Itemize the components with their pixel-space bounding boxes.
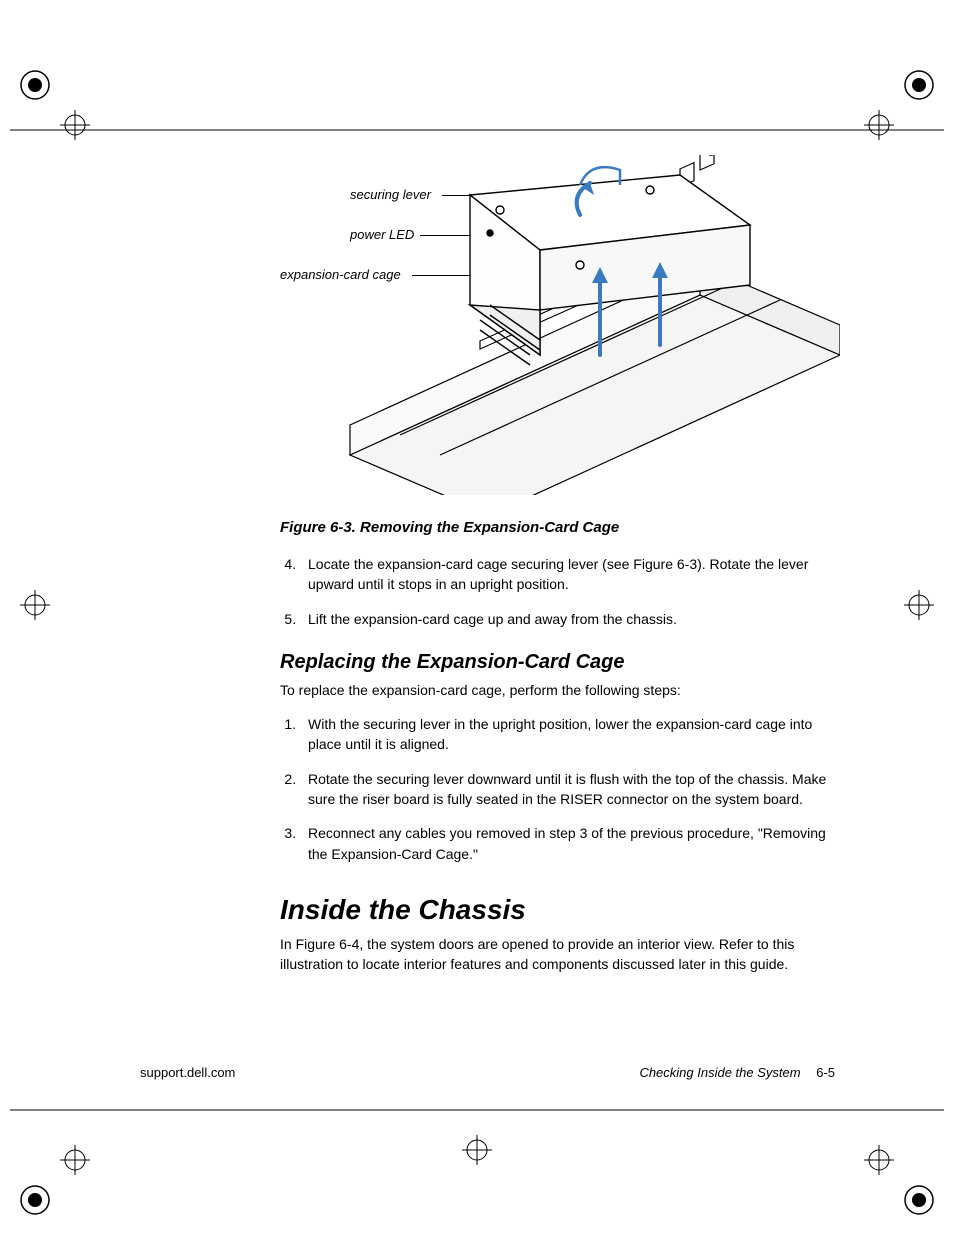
- heading-inside-chassis: Inside the Chassis: [280, 894, 835, 926]
- inside-chassis-body: In Figure 6-4, the system doors are open…: [280, 934, 835, 975]
- crop-mark-top: [0, 60, 954, 140]
- list-item: With the securing lever in the upright p…: [300, 714, 835, 755]
- replace-steps: With the securing lever in the upright p…: [280, 714, 835, 864]
- list-item: Rotate the securing lever downward until…: [300, 769, 835, 810]
- footer-section-title: Checking Inside the System: [639, 1065, 800, 1080]
- list-item: Lift the expansion-card cage up and away…: [300, 609, 835, 629]
- figure-6-3: securing lever power LED expansion-card …: [280, 155, 835, 505]
- heading-replacing: Replacing the Expansion-Card Cage: [280, 651, 835, 674]
- reg-mark-left: [10, 580, 60, 630]
- page-footer: support.dell.com Checking Inside the Sys…: [140, 1065, 835, 1080]
- remove-steps: Locate the expansion-card cage securing …: [280, 554, 835, 629]
- reg-mark-br: [854, 1135, 944, 1225]
- reg-mark-bl: [10, 1135, 100, 1225]
- reg-mark-tr: [854, 60, 944, 150]
- reg-mark-tl: [10, 60, 100, 150]
- expansion-card-cage-diagram: [280, 155, 840, 495]
- footer-page-number: 6-5: [816, 1065, 835, 1080]
- reg-mark-bc: [452, 1125, 502, 1175]
- list-item: Reconnect any cables you removed in step…: [300, 823, 835, 864]
- figure-caption: Figure 6-3. Removing the Expansion-Card …: [280, 519, 835, 536]
- page-content: securing lever power LED expansion-card …: [140, 155, 835, 989]
- list-item: Locate the expansion-card cage securing …: [300, 554, 835, 595]
- replace-intro: To replace the expansion-card cage, perf…: [280, 680, 835, 700]
- reg-mark-right: [894, 580, 944, 630]
- footer-url: support.dell.com: [140, 1065, 235, 1080]
